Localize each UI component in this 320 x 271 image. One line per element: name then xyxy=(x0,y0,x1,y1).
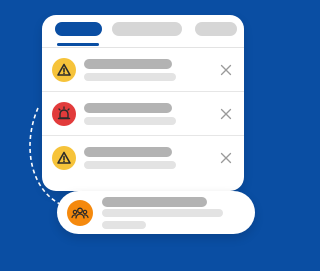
warning-icon xyxy=(52,146,76,170)
team-icon xyxy=(67,200,93,226)
notification-subtitle xyxy=(84,161,176,169)
close-icon[interactable] xyxy=(220,152,232,164)
notification-title xyxy=(84,147,172,157)
notification-title xyxy=(84,103,172,113)
card-title xyxy=(102,197,207,207)
close-icon[interactable] xyxy=(220,64,232,76)
warning-icon xyxy=(52,58,76,82)
card-subtitle xyxy=(102,209,223,217)
notification-subtitle xyxy=(84,117,176,125)
notification-item[interactable] xyxy=(42,48,244,92)
active-tab-indicator xyxy=(57,43,99,46)
tab-second[interactable] xyxy=(112,22,182,36)
detached-notification-card[interactable] xyxy=(57,191,255,234)
notification-item[interactable] xyxy=(42,136,244,180)
notification-title xyxy=(84,59,172,69)
siren-icon xyxy=(52,102,76,126)
tab-first[interactable] xyxy=(55,22,102,36)
tab-bar xyxy=(42,15,244,47)
notification-subtitle xyxy=(84,73,176,81)
card-meta xyxy=(102,221,146,229)
notification-item[interactable] xyxy=(42,92,244,136)
tab-third[interactable] xyxy=(195,22,237,36)
notification-panel xyxy=(42,15,244,191)
close-icon[interactable] xyxy=(220,108,232,120)
